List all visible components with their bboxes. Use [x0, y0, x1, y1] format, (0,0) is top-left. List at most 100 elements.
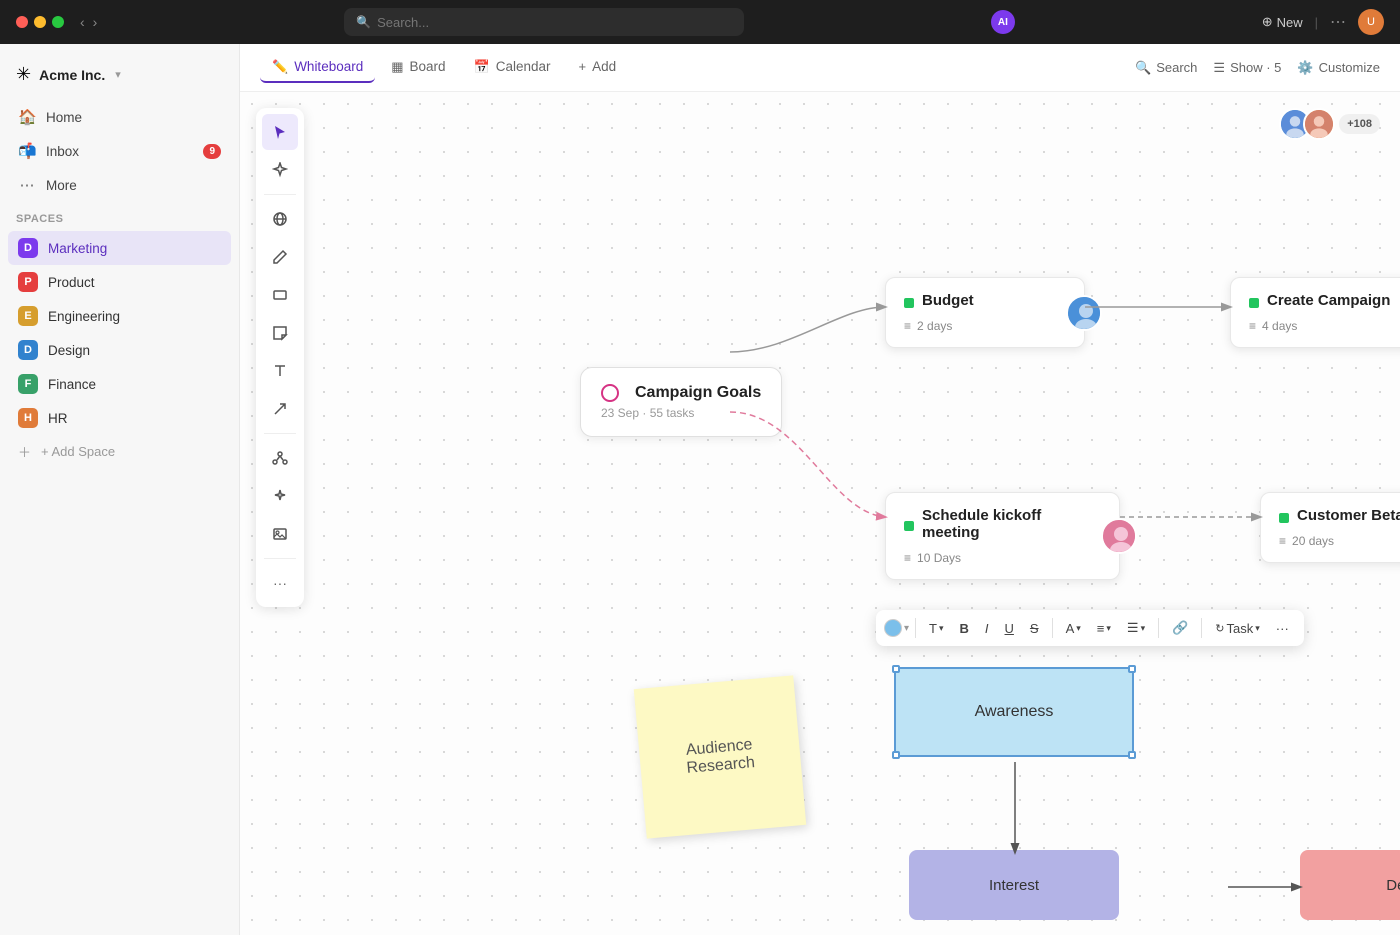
cursor-tool[interactable] [262, 114, 298, 150]
tab-calendar[interactable]: 📅 Calendar [462, 53, 563, 83]
finance-dot: F [18, 374, 38, 394]
audience-research-sticky[interactable]: AudienceResearch [634, 675, 806, 838]
font-size-btn[interactable]: A ▾ [1059, 617, 1088, 640]
sidebar-item-design[interactable]: D Design [8, 333, 231, 367]
forward-button[interactable]: › [93, 14, 98, 30]
rect-tool[interactable] [262, 277, 298, 313]
align-btn[interactable]: ≡ ▾ [1090, 617, 1118, 640]
design-label: Design [48, 343, 90, 358]
whiteboard-tab-label: Whiteboard [294, 59, 363, 74]
global-search-bar[interactable]: 🔍 [344, 8, 744, 36]
minimize-button[interactable] [34, 16, 46, 28]
goals-title: Campaign Goals [635, 384, 761, 402]
global-search-input[interactable] [377, 15, 732, 30]
calendar-tab-icon: 📅 [474, 59, 490, 75]
list-btn[interactable]: ☰ ▾ [1120, 616, 1152, 640]
sidebar-nav: 🏠 Home 📬 Inbox 9 ⋯ More [0, 101, 239, 201]
close-button[interactable] [16, 16, 28, 28]
engineering-label: Engineering [48, 309, 120, 324]
color-chevron[interactable]: ▾ [904, 623, 909, 634]
customize-action-label: Customize [1319, 60, 1380, 75]
canvas-avatar-count: +108 [1339, 114, 1380, 134]
selection-handle-br[interactable] [1128, 751, 1136, 759]
hr-dot: H [18, 408, 38, 428]
sidebar-item-finance[interactable]: F Finance [8, 367, 231, 401]
spaces-list: D Marketing P Product E Engineering D De… [0, 231, 239, 468]
schedule-status-dot [904, 521, 914, 531]
sidebar-item-more[interactable]: ⋯ More [8, 169, 231, 201]
search-action[interactable]: 🔍 Search [1135, 60, 1197, 76]
sidebar-item-engineering[interactable]: E Engineering [8, 299, 231, 333]
tab-whiteboard[interactable]: ✏️ Whiteboard [260, 53, 375, 83]
decision-node[interactable]: Decision [1300, 850, 1400, 920]
search-action-icon: 🔍 [1135, 60, 1151, 76]
text-tool[interactable] [262, 353, 298, 389]
sidebar-item-home[interactable]: 🏠 Home [8, 101, 231, 133]
sidebar-inbox-label: Inbox [46, 144, 79, 159]
sidebar-item-hr[interactable]: H HR [8, 401, 231, 435]
sticky-tool[interactable] [262, 315, 298, 351]
italic-btn[interactable]: I [978, 617, 996, 640]
ai-badge[interactable]: AI [991, 10, 1015, 34]
whiteboard-tab-icon: ✏️ [272, 59, 288, 75]
selection-handle-bl[interactable] [892, 751, 900, 759]
sparkle-tool[interactable] [262, 478, 298, 514]
color-picker[interactable] [884, 619, 902, 637]
sidebar-item-product[interactable]: P Product [8, 265, 231, 299]
magic-tool[interactable] [262, 152, 298, 188]
show-action-icon: ☰ [1213, 60, 1225, 76]
sidebar-item-inbox[interactable]: 📬 Inbox 9 [8, 135, 231, 167]
sidebar-logo[interactable]: ✳ Acme Inc. ▾ [0, 56, 239, 101]
main-layout: ✳ Acme Inc. ▾ 🏠 Home 📬 Inbox 9 ⋯ More Sp… [0, 44, 1400, 935]
underline-btn[interactable]: U [998, 617, 1021, 640]
selection-handle-tr[interactable] [1128, 665, 1136, 673]
show-action[interactable]: ☰ Show · 5 [1213, 60, 1281, 76]
new-button[interactable]: ⊕ New [1262, 14, 1303, 30]
inbox-icon: 📬 [18, 142, 36, 160]
show-action-label: Show · 5 [1230, 60, 1281, 75]
user-avatar[interactable]: U [1358, 9, 1384, 35]
image-tool[interactable] [262, 516, 298, 552]
budget-node[interactable]: Budget ≡ 2 days [885, 277, 1085, 348]
awareness-node[interactable]: Awareness [894, 667, 1134, 757]
create-campaign-status-dot [1249, 298, 1259, 308]
logo-icon: ✳ [16, 64, 31, 85]
network-tool[interactable] [262, 440, 298, 476]
schedule-kickoff-node[interactable]: Schedule kickoff meeting ≡ 10 Days [885, 492, 1120, 580]
product-label: Product [48, 275, 95, 290]
back-button[interactable]: ‹ [80, 14, 85, 30]
add-space-button[interactable]: ＋ + Add Space [8, 435, 231, 468]
text-style-btn[interactable]: T ▾ [922, 617, 950, 640]
whiteboard-canvas[interactable]: ··· +108 Budget ≡ [240, 92, 1400, 935]
bold-btn[interactable]: B [953, 617, 976, 640]
pencil-tool[interactable] [262, 239, 298, 275]
schedule-title: Schedule kickoff meeting [922, 507, 1101, 541]
link-btn[interactable]: 🔗 [1165, 616, 1195, 640]
interest-label: Interest [989, 877, 1039, 894]
product-dot: P [18, 272, 38, 292]
globe-tool[interactable] [262, 201, 298, 237]
create-campaign-node[interactable]: Create Campaign ≡ 4 days [1230, 277, 1400, 348]
maximize-button[interactable] [52, 16, 64, 28]
tab-add[interactable]: + Add [567, 53, 629, 82]
nav-arrows: ‹ › [80, 14, 97, 30]
divider: | [1315, 15, 1318, 30]
customer-beta-node[interactable]: Customer Beta ≡ 20 days [1260, 492, 1400, 563]
tab-board[interactable]: ▦ Board [379, 53, 457, 83]
strike-btn[interactable]: S [1023, 617, 1046, 640]
campaign-goals-node[interactable]: Campaign Goals 23 Sep · 55 tasks [580, 367, 782, 437]
customize-action[interactable]: ⚙️ Customize [1297, 60, 1380, 76]
customize-action-icon: ⚙️ [1297, 60, 1313, 76]
arrow-tool[interactable] [262, 391, 298, 427]
more-tools[interactable]: ··· [262, 565, 298, 601]
selection-handle-tl[interactable] [892, 665, 900, 673]
more-format-btn[interactable]: ··· [1269, 617, 1296, 640]
task-btn[interactable]: ↻ Task ▾ [1208, 617, 1266, 640]
sidebar-item-marketing[interactable]: D Marketing [8, 231, 231, 265]
grid-icon[interactable]: ⋯ [1330, 12, 1346, 32]
finance-label: Finance [48, 377, 96, 392]
title-actions: ⊕ New | ⋯ U [1262, 9, 1384, 35]
budget-node-avatar [1066, 295, 1102, 331]
add-space-icon: ＋ [18, 442, 31, 461]
interest-node[interactable]: Interest [909, 850, 1119, 920]
